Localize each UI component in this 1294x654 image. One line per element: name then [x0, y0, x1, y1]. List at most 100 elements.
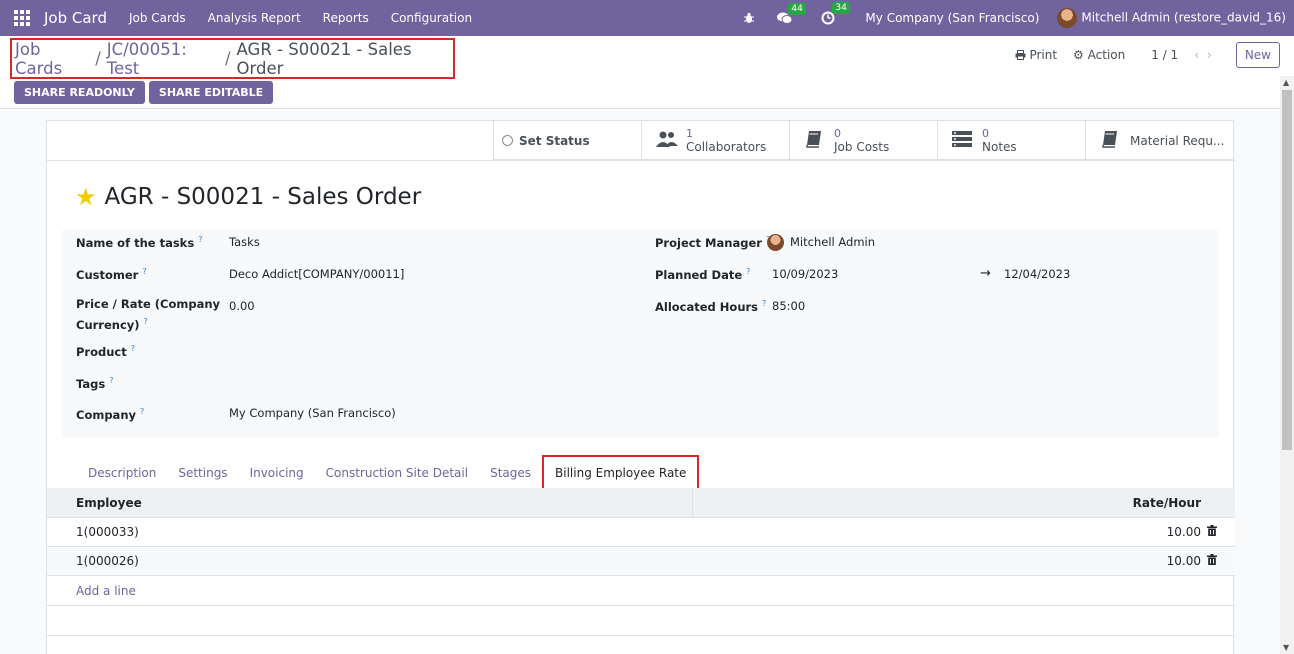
- divider: [47, 160, 1235, 161]
- tags-field[interactable]: [229, 375, 429, 391]
- user-name: Mitchell Admin (restore_david_16): [1081, 10, 1286, 25]
- activities-clock-icon[interactable]: 34: [821, 2, 850, 25]
- user-menu[interactable]: Mitchell Admin (restore_david_16): [1057, 8, 1286, 28]
- help-icon[interactable]: ?: [746, 267, 750, 276]
- new-button[interactable]: New: [1235, 42, 1280, 68]
- column-rate-hour[interactable]: Rate/Hour: [1133, 496, 1201, 510]
- breadcrumb-separator: /: [95, 49, 101, 68]
- menu-job-cards[interactable]: Job Cards: [129, 11, 186, 25]
- set-status-button[interactable]: Set Status: [493, 121, 641, 160]
- employee-cell[interactable]: 1(000026): [76, 554, 139, 568]
- breadcrumb-current: AGR - S00021 - Sales Order: [236, 39, 412, 78]
- price-rate-field[interactable]: 0.00: [229, 299, 255, 313]
- help-icon[interactable]: ?: [142, 267, 146, 276]
- app-title[interactable]: Job Card: [44, 9, 107, 27]
- notes-label: Notes: [982, 140, 1017, 154]
- trash-icon[interactable]: [1207, 525, 1217, 539]
- menu-configuration[interactable]: Configuration: [391, 11, 472, 25]
- breadcrumb-job-cards[interactable]: Job Cards: [15, 40, 89, 78]
- scroll-down-icon[interactable]: ▼: [1283, 643, 1289, 652]
- table-row[interactable]: 1(000026) 10.00: [47, 547, 1235, 576]
- tab-settings[interactable]: Settings: [167, 455, 238, 490]
- rate-cell[interactable]: 10.00: [1167, 554, 1201, 568]
- gear-icon: ⚙: [1073, 48, 1084, 62]
- form-sheet: Set Status 1 Collaborators 0 Job Costs 0 No…: [46, 120, 1235, 654]
- help-icon[interactable]: ?: [198, 235, 202, 244]
- messages-icon[interactable]: 44: [777, 2, 806, 25]
- material-requisition-button[interactable]: Material Requ...: [1085, 121, 1233, 160]
- project-manager-label: Project Manager ?: [655, 231, 770, 252]
- action-button[interactable]: ⚙ Action: [1073, 48, 1125, 62]
- planned-date-start-field[interactable]: 10/09/2023: [772, 267, 838, 281]
- menu-analysis-report[interactable]: Analysis Report: [208, 11, 301, 25]
- record-title[interactable]: AGR - S00021 - Sales Order: [105, 184, 422, 210]
- divider: [47, 605, 1235, 606]
- breadcrumb-job-card[interactable]: JC/00051: Test: [107, 40, 219, 78]
- tab-billing-employee-rate[interactable]: Billing Employee Rate: [542, 455, 700, 490]
- allocated-hours-label: Allocated Hours ?: [655, 299, 767, 314]
- tab-description[interactable]: Description: [77, 455, 167, 490]
- allocated-hours-field[interactable]: 85:00: [772, 299, 805, 313]
- project-manager-field[interactable]: Mitchell Admin: [767, 234, 875, 251]
- control-panel: Job Cards / JC/00051: Test / AGR - S0002…: [0, 36, 1294, 109]
- employee-cell[interactable]: 1(000033): [76, 525, 139, 539]
- print-button[interactable]: Print: [1015, 48, 1057, 62]
- pager-next-icon[interactable]: ›: [1207, 48, 1220, 62]
- job-costs-button[interactable]: 0 Job Costs: [789, 121, 937, 160]
- column-divider: [692, 488, 693, 518]
- arrow-right-icon: →: [980, 266, 991, 281]
- tab-construction-site-detail[interactable]: Construction Site Detail: [315, 455, 479, 490]
- company-label: Company ?: [76, 407, 145, 422]
- product-field[interactable]: [229, 343, 429, 359]
- apps-menu-icon[interactable]: [0, 0, 44, 36]
- project-manager-name: Mitchell Admin: [790, 235, 876, 249]
- smart-button-box: Set Status 1 Collaborators 0 Job Costs 0 No…: [493, 121, 1233, 160]
- help-icon[interactable]: ?: [109, 376, 113, 385]
- page-scrollbar[interactable]: ▲ ▼: [1280, 76, 1294, 654]
- help-icon[interactable]: ?: [762, 299, 766, 308]
- tags-label: Tags ?: [76, 376, 114, 391]
- tab-stages[interactable]: Stages: [479, 455, 542, 490]
- help-icon[interactable]: ?: [144, 317, 148, 326]
- scroll-thumb[interactable]: [1282, 90, 1292, 450]
- debug-bug-icon[interactable]: [743, 12, 755, 24]
- company-switcher[interactable]: My Company (San Francisco): [865, 11, 1039, 25]
- print-icon: [1015, 50, 1026, 60]
- name-of-tasks-field[interactable]: Tasks: [229, 235, 260, 249]
- planned-date-end-field[interactable]: 12/04/2023: [1004, 267, 1070, 281]
- add-line-link[interactable]: Add a line: [76, 584, 136, 598]
- users-icon: [656, 130, 678, 152]
- company-field[interactable]: My Company (San Francisco): [229, 406, 396, 420]
- price-rate-label: Price / Rate (Company Currency) ?: [76, 297, 221, 332]
- share-readonly-button[interactable]: SHARE READONLY: [14, 81, 145, 104]
- collaborators-button[interactable]: 1 Collaborators: [641, 121, 789, 160]
- material-label: Material Requ...: [1130, 133, 1225, 148]
- customer-label: Customer ?: [76, 267, 147, 282]
- notes-button[interactable]: 0 Notes: [937, 121, 1085, 160]
- scroll-up-icon[interactable]: ▲: [1283, 78, 1289, 87]
- help-icon[interactable]: ?: [131, 344, 135, 353]
- menu-reports[interactable]: Reports: [323, 11, 369, 25]
- breadcrumb-separator: /: [224, 49, 231, 68]
- table-header: Employee Rate/Hour: [47, 488, 1235, 518]
- share-editable-button[interactable]: SHARE EDITABLE: [148, 81, 274, 104]
- column-employee[interactable]: Employee: [76, 496, 142, 510]
- star-priority-icon[interactable]: ★: [75, 183, 97, 211]
- notes-list-icon: [952, 130, 972, 151]
- pager-arrows[interactable]: ‹›: [1194, 48, 1220, 62]
- name-of-tasks-label: Name of the tasks ?: [76, 235, 203, 250]
- customer-field[interactable]: Deco Addict[COMPANY/00011]: [229, 267, 404, 281]
- book-icon: [1100, 130, 1120, 152]
- notes-count: 0: [982, 127, 989, 140]
- table-row[interactable]: 1(000033) 10.00: [47, 518, 1235, 547]
- help-icon[interactable]: ?: [140, 407, 144, 416]
- set-status-label: Set Status: [519, 133, 590, 148]
- pager-value[interactable]: 1 / 1: [1151, 48, 1178, 62]
- pager-prev-icon[interactable]: ‹: [1194, 48, 1207, 62]
- rate-cell[interactable]: 10.00: [1167, 525, 1201, 539]
- top-navbar: Job Card Job Cards Analysis Report Repor…: [0, 0, 1294, 36]
- breadcrumb: Job Cards / JC/00051: Test / AGR - S0002…: [10, 38, 455, 79]
- trash-icon[interactable]: [1207, 554, 1217, 568]
- print-label: Print: [1029, 48, 1058, 62]
- tab-invoicing[interactable]: Invoicing: [239, 455, 315, 490]
